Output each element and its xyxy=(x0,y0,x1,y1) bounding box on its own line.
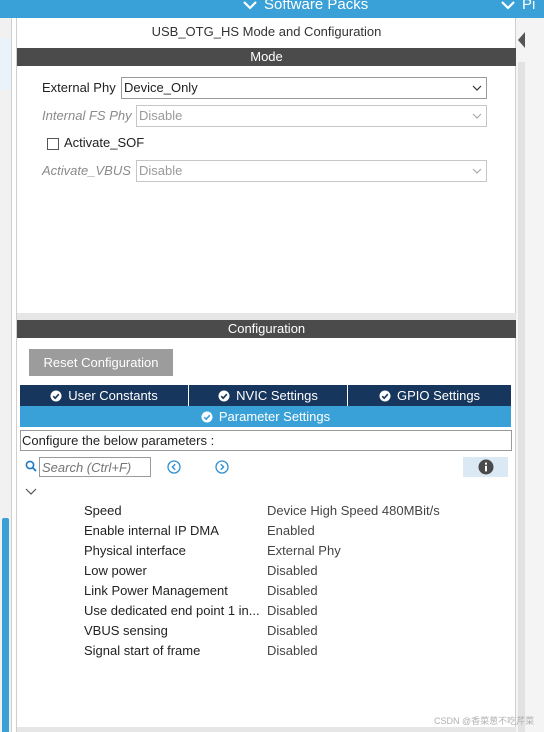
check-circle-icon xyxy=(218,390,230,401)
configure-description: Configure the below parameters : xyxy=(20,430,512,451)
parameter-name[interactable]: Speed xyxy=(84,503,122,518)
tab-parameter-settings[interactable]: Parameter Settings xyxy=(20,406,511,427)
parameter-name[interactable]: VBUS sensing xyxy=(84,623,168,638)
parameter-value[interactable]: Disabled xyxy=(267,623,318,638)
tab-gpio-settings[interactable]: GPIO Settings xyxy=(348,385,511,406)
internal-fs-phy-value: Disable xyxy=(139,108,183,123)
reset-configuration-button[interactable]: Reset Configuration xyxy=(29,349,173,376)
parameter-name[interactable]: Link Power Management xyxy=(84,583,228,598)
pinout-menu[interactable]: Pi xyxy=(500,0,535,13)
parameter-value[interactable]: Disabled xyxy=(267,583,318,598)
parameter-value[interactable]: Disabled xyxy=(267,643,318,658)
watermark: CSDN @香菜葱不吃芹菜 xyxy=(434,716,535,726)
chevron-down-icon xyxy=(472,113,482,119)
right-pinout-panel xyxy=(515,18,544,732)
internal-fs-phy-select: Disable xyxy=(136,105,487,127)
software-packs-menu[interactable]: Software Packs xyxy=(242,0,368,13)
check-circle-icon xyxy=(50,390,62,401)
info-button[interactable] xyxy=(463,457,508,477)
parameter-value[interactable]: Device High Speed 480MBit/s xyxy=(267,503,440,518)
left-panel-highlight xyxy=(0,38,11,90)
parameter-name[interactable]: Low power xyxy=(84,563,147,578)
tab-label: Parameter Settings xyxy=(218,409,331,424)
previous-result-icon[interactable] xyxy=(167,460,181,474)
chevron-down-icon[interactable] xyxy=(25,487,37,497)
internal-fs-phy-label: Internal FS Phy xyxy=(42,108,132,123)
right-panel-scrollbar[interactable] xyxy=(518,62,525,732)
external-phy-select[interactable]: Device_Only xyxy=(121,77,487,99)
chevron-down-icon xyxy=(501,0,515,10)
left-category-panel xyxy=(0,18,12,732)
collapse-arrow-icon[interactable] xyxy=(518,32,525,48)
mode-header: Mode xyxy=(17,48,516,66)
parameter-value[interactable]: Disabled xyxy=(267,563,318,578)
search-icon xyxy=(25,460,37,472)
search-input[interactable] xyxy=(39,457,151,477)
parameter-value[interactable]: External Phy xyxy=(267,543,341,558)
parameter-name[interactable]: Enable internal IP DMA xyxy=(84,523,219,538)
software-packs-label: Software Packs xyxy=(264,0,369,13)
pinout-label: Pi xyxy=(522,0,536,13)
top-menu-bar: Software Packs Pi xyxy=(0,0,544,18)
check-circle-icon xyxy=(379,390,391,401)
configuration-header: Configuration xyxy=(17,320,516,338)
left-panel-scrollbar[interactable] xyxy=(2,518,9,732)
chevron-down-icon xyxy=(472,85,482,91)
activate-vbus-label: Activate_VBUS xyxy=(42,163,131,178)
parameter-value[interactable]: Disabled xyxy=(267,603,318,618)
chevron-down-icon xyxy=(472,168,482,174)
chevron-down-icon xyxy=(243,0,257,10)
activate-vbus-select: Disable xyxy=(136,160,487,182)
check-circle-icon xyxy=(201,411,213,422)
parameter-name[interactable]: Physical interface xyxy=(84,543,186,558)
activate-sof-checkbox[interactable] xyxy=(47,138,59,150)
activate-vbus-value: Disable xyxy=(139,163,183,178)
info-icon xyxy=(478,459,494,475)
parameter-name[interactable]: Use dedicated end point 1 in... xyxy=(84,603,260,618)
splitter[interactable] xyxy=(17,313,516,320)
next-result-icon[interactable] xyxy=(215,460,229,474)
peripheral-config-panel: USB_OTG_HS Mode and Configuration Mode E… xyxy=(16,18,516,732)
external-phy-label: External Phy xyxy=(42,80,116,95)
tab-label: GPIO Settings xyxy=(396,388,481,403)
bottom-scrollbar[interactable] xyxy=(17,727,516,732)
parameter-name[interactable]: Signal start of frame xyxy=(84,643,200,658)
parameter-value[interactable]: Enabled xyxy=(267,523,315,538)
activate-sof-label: Activate_SOF xyxy=(64,135,145,150)
tab-label: User Constants xyxy=(68,388,158,403)
settings-tab-row: User Constants NVIC Settings GPIO Settin… xyxy=(20,385,511,406)
tab-nvic-settings[interactable]: NVIC Settings xyxy=(189,385,348,406)
panel-title: USB_OTG_HS Mode and Configuration xyxy=(151,24,382,39)
tab-user-constants[interactable]: User Constants xyxy=(20,385,189,406)
tab-label: NVIC Settings xyxy=(236,388,318,403)
external-phy-value: Device_Only xyxy=(124,80,198,95)
